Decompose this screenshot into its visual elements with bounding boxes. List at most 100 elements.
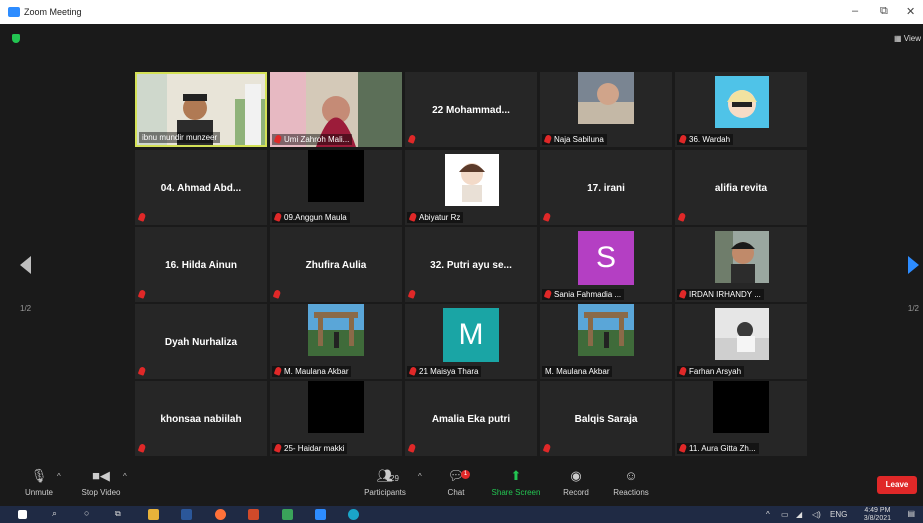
participant-tile[interactable]: Farhan Arsyah	[675, 304, 807, 379]
unmute-button[interactable]: 🎙︎ Unmute	[4, 468, 74, 497]
participant-name-label: ibnu mundir munzeer	[139, 132, 221, 143]
task-view-icon[interactable]: ⧉	[115, 509, 121, 519]
participant-name-label: Sania Fahmadia ...	[542, 289, 625, 300]
participant-photo	[715, 308, 769, 360]
restore-button[interactable]: ⧉	[880, 5, 888, 18]
participant-name-label: M. Maulana Akbar	[542, 366, 613, 377]
participant-tile[interactable]: M. Maulana Akbar	[540, 304, 672, 379]
participants-icon: 👥︎	[376, 468, 394, 483]
network-icon[interactable]: ◢	[796, 510, 802, 519]
participant-name-label: M. Maulana Akbar	[272, 366, 352, 377]
participant-tile[interactable]: IRDAN IRHANDY ...	[675, 227, 807, 302]
muted-mic-icon	[542, 212, 552, 222]
firefox-icon[interactable]	[215, 509, 226, 520]
volume-icon[interactable]: ◁)	[812, 510, 821, 519]
next-page-arrow[interactable]	[908, 256, 919, 274]
participant-tile[interactable]: 22 Mohammad...	[405, 72, 537, 147]
tray-chevron-up-icon[interactable]: ^	[766, 510, 770, 519]
cortana-icon[interactable]: ○	[84, 508, 89, 518]
powerpoint-icon[interactable]	[248, 509, 259, 520]
close-button[interactable]: ✕	[906, 5, 915, 18]
muted-mic-icon	[137, 366, 147, 376]
participant-name: Zhufira Aulia	[305, 260, 367, 271]
zoom-taskbar-icon[interactable]	[315, 509, 326, 520]
meeting-toolbar: 🎙︎ Unmute ^ ■◀ Stop Video ^ 👥︎ 29 Partic…	[0, 464, 923, 506]
clock-time: 4:49 PM	[864, 507, 891, 514]
participant-name-label: 21 Maisya Thara	[407, 366, 482, 377]
reactions-button[interactable]: ☺ Reactions	[596, 468, 666, 497]
leave-button[interactable]: Leave	[877, 476, 917, 494]
muted-mic-icon	[543, 289, 553, 299]
participant-tile[interactable]: Umi Zahroh Mali...	[270, 72, 402, 147]
participant-tile[interactable]: 09.Anggun Maula	[270, 150, 402, 225]
image-viewer-icon[interactable]	[282, 509, 293, 520]
muted-mic-icon	[543, 134, 553, 144]
muted-mic-icon	[542, 443, 552, 453]
participant-tile[interactable]: Naja Sabiluna	[540, 72, 672, 147]
participant-tile[interactable]: M 21 Maisya Thara	[405, 304, 537, 379]
participant-name-label: IRDAN IRHANDY ...	[677, 289, 764, 300]
previous-page-arrow[interactable]	[20, 256, 31, 274]
participant-tile[interactable]: 16. Hilda Ainun	[135, 227, 267, 302]
muted-mic-icon	[137, 289, 147, 299]
participant-tile[interactable]: 17. irani	[540, 150, 672, 225]
participant-initial-avatar: S	[578, 231, 634, 285]
grid-icon: ▦	[894, 34, 904, 43]
participant-tile[interactable]: 04. Ahmad Abd...	[135, 150, 267, 225]
taskbar-clock[interactable]: 4:49 PM 3/8/2021	[864, 507, 891, 523]
battery-icon[interactable]: ▭	[781, 510, 789, 519]
participant-name: khonsaa nabiilah	[160, 414, 242, 425]
muted-mic-icon	[407, 289, 417, 299]
participant-tile[interactable]: alifia revita	[675, 150, 807, 225]
muted-mic-icon	[408, 366, 418, 376]
minimize-button[interactable]: –	[852, 5, 858, 17]
file-explorer-icon[interactable]	[148, 509, 159, 520]
participant-name-label: 25- Haidar makki	[272, 443, 348, 454]
participant-photo	[715, 231, 769, 283]
participant-name: 04. Ahmad Abd...	[160, 183, 242, 194]
participant-name-label: Naja Sabiluna	[542, 134, 607, 145]
participant-tile[interactable]: 32. Putri ayu se...	[405, 227, 537, 302]
participant-tile[interactable]: khonsaa nabiilah	[135, 381, 267, 456]
participant-tile[interactable]: Balqis Saraja	[540, 381, 672, 456]
clock-date: 3/8/2021	[863, 515, 891, 522]
muted-mic-icon	[407, 443, 417, 453]
window-title: Zoom Meeting	[24, 7, 82, 17]
page-indicator-left: 1/2	[20, 304, 32, 313]
participant-tile[interactable]: Abiyatur Rz	[405, 150, 537, 225]
participant-tile[interactable]: Zhufira Aulia	[270, 227, 402, 302]
muted-mic-icon	[678, 366, 688, 376]
language-indicator[interactable]: ENG	[830, 510, 847, 519]
video-options-caret-icon[interactable]: ^	[123, 472, 127, 481]
participant-name-label: 11. Aura Gitta Zh...	[677, 443, 759, 454]
windows-start-icon[interactable]	[18, 510, 27, 519]
participant-name: alifia revita	[714, 183, 768, 194]
page-indicator-right: 1/2	[907, 304, 919, 313]
participant-tile[interactable]: Amalia Eka putri	[405, 381, 537, 456]
participant-tile[interactable]: 25- Haidar makki	[270, 381, 402, 456]
participant-tile[interactable]: 36. Wardah	[675, 72, 807, 147]
muted-mic-icon	[273, 366, 283, 376]
participant-avatar-image	[445, 154, 499, 206]
participant-name: 22 Mohammad...	[432, 105, 510, 116]
notifications-icon[interactable]: ▤	[907, 509, 915, 518]
participant-tile[interactable]: 11. Aura Gitta Zh...	[675, 381, 807, 456]
security-shield-icon[interactable]	[12, 34, 20, 43]
participant-tile[interactable]: ibnu mundir munzeer	[135, 72, 267, 147]
muted-mic-icon	[273, 443, 283, 453]
participant-tile[interactable]: M. Maulana Akbar	[270, 304, 402, 379]
muted-mic-icon	[678, 289, 688, 299]
participant-tile[interactable]: Dyah Nurhaliza	[135, 304, 267, 379]
participant-name-label: 09.Anggun Maula	[272, 212, 350, 223]
edge-icon[interactable]	[348, 509, 359, 520]
view-button[interactable]: ▦ View	[894, 34, 921, 43]
participants-count: 29	[390, 474, 399, 483]
audio-options-caret-icon[interactable]: ^	[57, 472, 61, 481]
chat-unread-badge: 1	[461, 470, 470, 479]
word-icon[interactable]	[181, 509, 192, 520]
search-icon[interactable]: ⌕	[52, 508, 57, 519]
muted-mic-icon	[272, 289, 282, 299]
participants-button[interactable]: 👥︎ 29 Participants	[350, 468, 420, 497]
participant-name-label: Abiyatur Rz	[407, 212, 464, 223]
participant-tile[interactable]: S Sania Fahmadia ...	[540, 227, 672, 302]
